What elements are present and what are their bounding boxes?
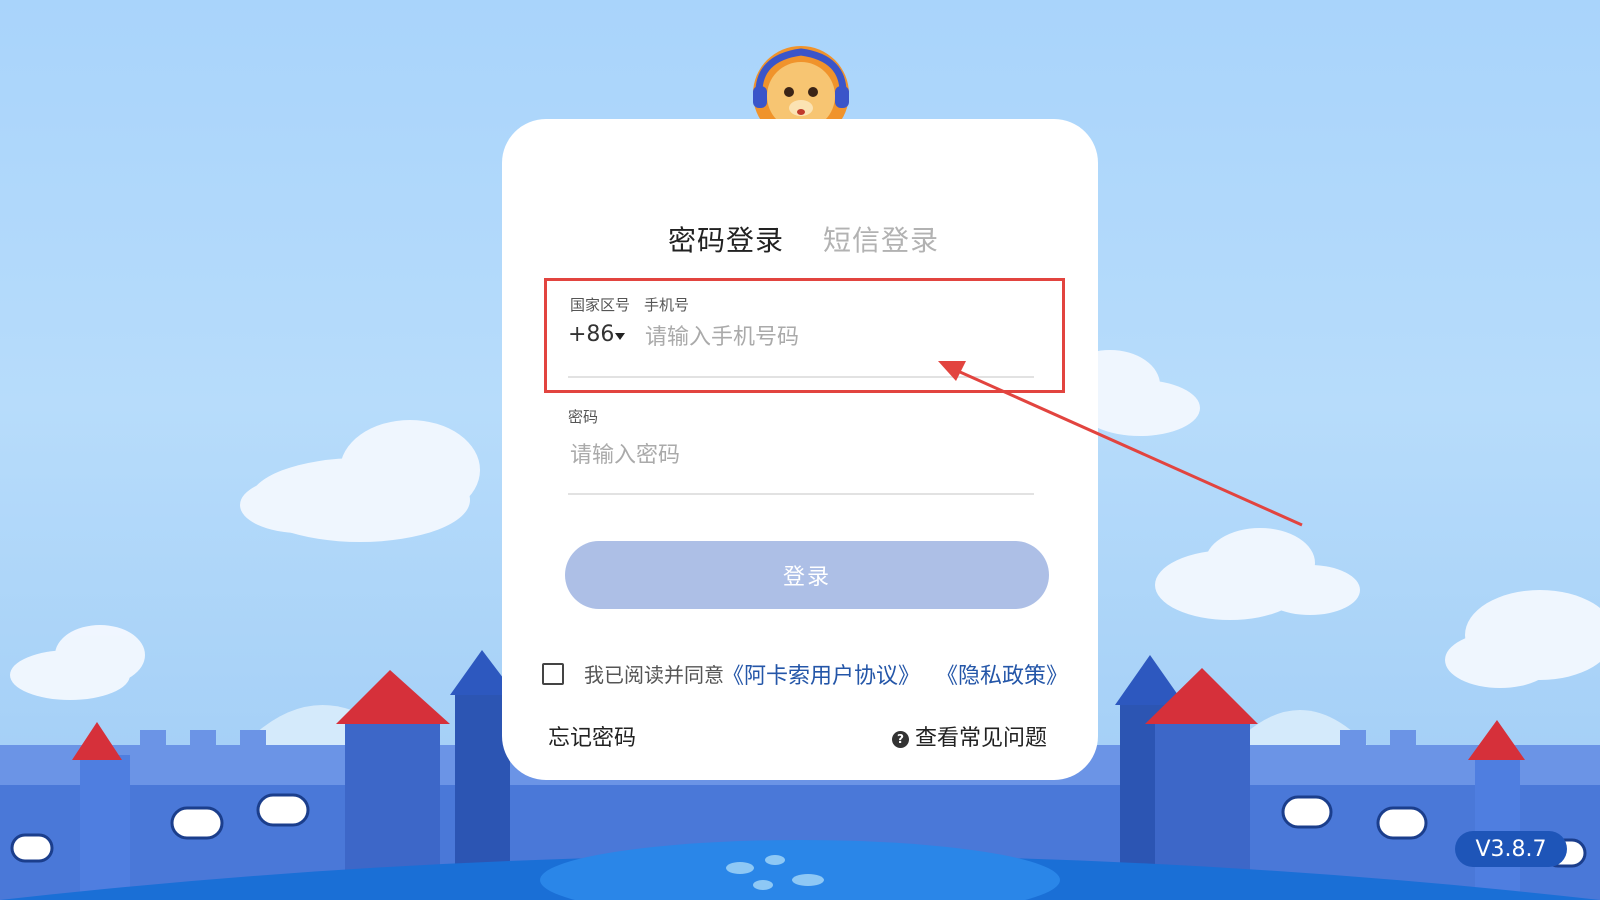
agreement-text: 我已阅读并同意 — [584, 663, 724, 687]
tab-sms-login[interactable]: 短信登录 — [823, 219, 939, 259]
password-underline — [568, 493, 1034, 495]
agreement-checkbox[interactable] — [542, 663, 564, 685]
password-input[interactable] — [568, 436, 1012, 474]
phone-field-highlight — [544, 278, 1065, 393]
login-button[interactable]: 登录 — [565, 541, 1049, 609]
login-tabs: 密码登录 短信登录 — [502, 219, 1098, 269]
terms-link[interactable]: 《阿卡索用户协议》 — [722, 658, 920, 690]
forgot-password-link[interactable]: 忘记密码 — [548, 720, 636, 752]
login-card: 密码登录 短信登录 国家区号 手机号 +86 密码 登录 我已阅读并同意 《阿卡… — [502, 119, 1098, 780]
version-badge: V3.8.7 — [1455, 831, 1567, 867]
faq-label: 查看常见问题 — [915, 726, 1048, 751]
question-circle-icon: ? — [892, 731, 909, 748]
privacy-link[interactable]: 《隐私政策》 — [936, 658, 1068, 690]
password-label: 密码 — [568, 408, 599, 426]
tab-password-login[interactable]: 密码登录 — [668, 219, 784, 259]
faq-link[interactable]: ? 查看常见问题 — [892, 720, 1047, 752]
